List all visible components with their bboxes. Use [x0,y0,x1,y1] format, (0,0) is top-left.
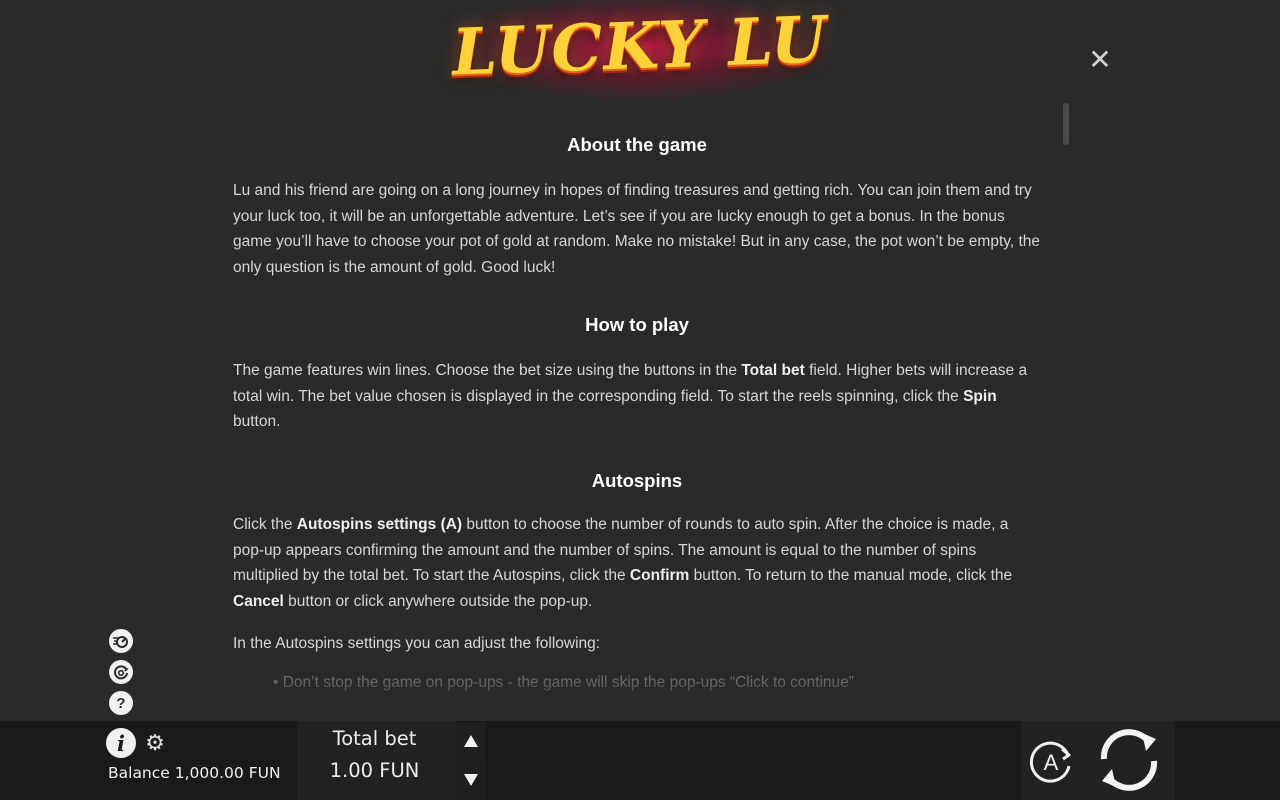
scrollbar[interactable] [1063,103,1069,145]
about-paragraph: Lu and his friend are going on a long jo… [233,182,1041,277]
section-autospins: Autospins Click the Autospins settings (… [233,464,1041,693]
autospin-label: A [1044,750,1059,775]
howto-bold-total-bet: Total bet [741,361,805,379]
autoplay-history-icon[interactable] [109,660,133,684]
autospins-adjust-paragraph: In the Autospins settings you can adjust… [233,634,601,652]
balance-display: Balance 1,000.00 FUN [108,764,281,782]
howto-text-1: The game features win lines. Choose the … [233,361,742,379]
turbo-icon-graphic [110,630,132,652]
auto-text-4: button or click anywhere outside the pop… [283,593,593,611]
section-how-to-play: How to play The game features win lines.… [233,308,1041,435]
auto-text-3: button. To return to the manual mode, cl… [689,567,1013,585]
spin-icon [1100,729,1158,791]
section-title-how-to-play: How to play [585,313,689,335]
rules-content: About the game Lu and his friend are goi… [233,128,1041,693]
gear-icon[interactable]: ⚙ [144,732,166,754]
howto-text-3: button. [233,413,281,431]
autospin-icon: A [1029,741,1071,783]
autoplay-history-icon-graphic [110,661,132,683]
section-title-autospins: Autospins [591,469,683,491]
info-glyph: i [117,730,125,756]
close-icon[interactable]: ✕ [1086,46,1114,74]
auto-bold-settings: Autospins settings (A) [296,515,463,533]
how-to-play-paragraph: The game features win lines. Choose the … [233,358,1041,435]
arrow-up-icon [463,735,478,747]
auto-bold-confirm: Confirm [629,567,690,585]
autospins-options-list: Don’t stop the game on pop-ups - the gam… [233,670,1041,693]
auto-text-1: Click the [233,515,297,533]
auto-bold-cancel: Cancel [233,593,284,611]
total-bet-value: 1.00 FUN [329,759,420,782]
logo-text: LUCKY LU [451,1,829,91]
game-logo: LUCKY LU [440,0,840,102]
list-item: Don’t stop the game on pop-ups - the gam… [273,670,1041,693]
help-glyph: ? [116,694,126,712]
autospins-settings-button[interactable]: A [1024,735,1076,787]
spin-button[interactable] [1090,725,1168,795]
info-icon[interactable]: i [106,728,136,758]
bet-increase-button[interactable] [456,722,485,760]
arrow-down-icon [463,774,478,786]
bet-decrease-button[interactable] [456,761,485,799]
autospins-paragraph: Click the Autospins settings (A) button … [233,512,1041,615]
turbo-icon[interactable] [109,629,133,653]
section-about: About the game Lu and his friend are goi… [233,128,1041,281]
howto-bold-spin: Spin [963,387,997,405]
total-bet-label: Total bet [332,727,417,750]
section-title-about: About the game [567,134,707,155]
help-icon[interactable]: ? [109,691,133,715]
